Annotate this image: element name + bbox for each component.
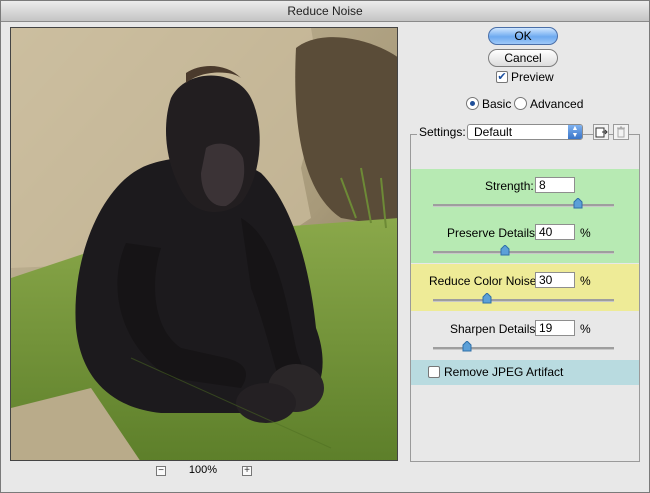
- preview-checkbox[interactable]: ✔: [496, 71, 508, 83]
- ok-button[interactable]: OK: [488, 27, 558, 45]
- delete-settings-icon[interactable]: [613, 124, 629, 140]
- strength-input[interactable]: 8: [535, 177, 575, 193]
- sharpen-details-slider-thumb[interactable]: [462, 341, 472, 352]
- preview-label: Preview: [511, 70, 554, 84]
- save-settings-icon[interactable]: [593, 124, 609, 140]
- advanced-radio[interactable]: [514, 97, 527, 110]
- settings-dropdown[interactable]: Default ▲ ▼: [467, 124, 583, 140]
- strength-label: Strength:: [485, 179, 534, 193]
- zoom-out-button[interactable]: −: [156, 466, 166, 476]
- dialog-title: Reduce Noise: [1, 1, 649, 22]
- reduce-color-noise-slider-track[interactable]: [433, 293, 614, 304]
- sharpen-details-input[interactable]: 19: [535, 320, 575, 336]
- reduce-color-noise-input[interactable]: 30: [535, 272, 575, 288]
- remove-jpeg-artifact-checkbox[interactable]: [428, 366, 440, 378]
- reduce-color-noise-slider-thumb[interactable]: [482, 293, 492, 304]
- strength-slider-thumb[interactable]: [573, 198, 583, 209]
- sharpen-details-label: Sharpen Details:: [450, 322, 539, 336]
- preserve-details-unit: %: [580, 226, 591, 240]
- dropdown-arrows-icon: ▲ ▼: [568, 125, 582, 139]
- preview-image[interactable]: [10, 27, 398, 461]
- basic-radio[interactable]: [466, 97, 479, 110]
- preserve-details-label: Preserve Details:: [447, 226, 539, 240]
- sharpen-details-slider-track[interactable]: [433, 341, 614, 352]
- preserve-details-input[interactable]: 40: [535, 224, 575, 240]
- zoom-controls: − 100% +: [156, 464, 256, 480]
- zoom-in-button[interactable]: +: [242, 466, 252, 476]
- reduce-noise-dialog: Reduce Noise − 100% + OK Cancel ✔ Previe…: [0, 0, 650, 493]
- gorilla-photo: [11, 28, 397, 460]
- settings-value: Default: [474, 125, 513, 139]
- preserve-details-slider-track[interactable]: [433, 245, 614, 256]
- preserve-details-slider-thumb[interactable]: [500, 245, 510, 256]
- remove-jpeg-artifact-label: Remove JPEG Artifact: [444, 365, 564, 379]
- settings-label: Settings:: [417, 125, 468, 139]
- zoom-level: 100%: [188, 464, 218, 476]
- basic-label: Basic: [482, 97, 512, 111]
- advanced-label: Advanced: [530, 97, 584, 111]
- reduce-color-noise-unit: %: [580, 274, 591, 288]
- cancel-button[interactable]: Cancel: [488, 49, 558, 67]
- strength-slider-track[interactable]: [433, 198, 614, 209]
- reduce-color-noise-label: Reduce Color Noise:: [429, 274, 540, 288]
- sharpen-details-unit: %: [580, 322, 591, 336]
